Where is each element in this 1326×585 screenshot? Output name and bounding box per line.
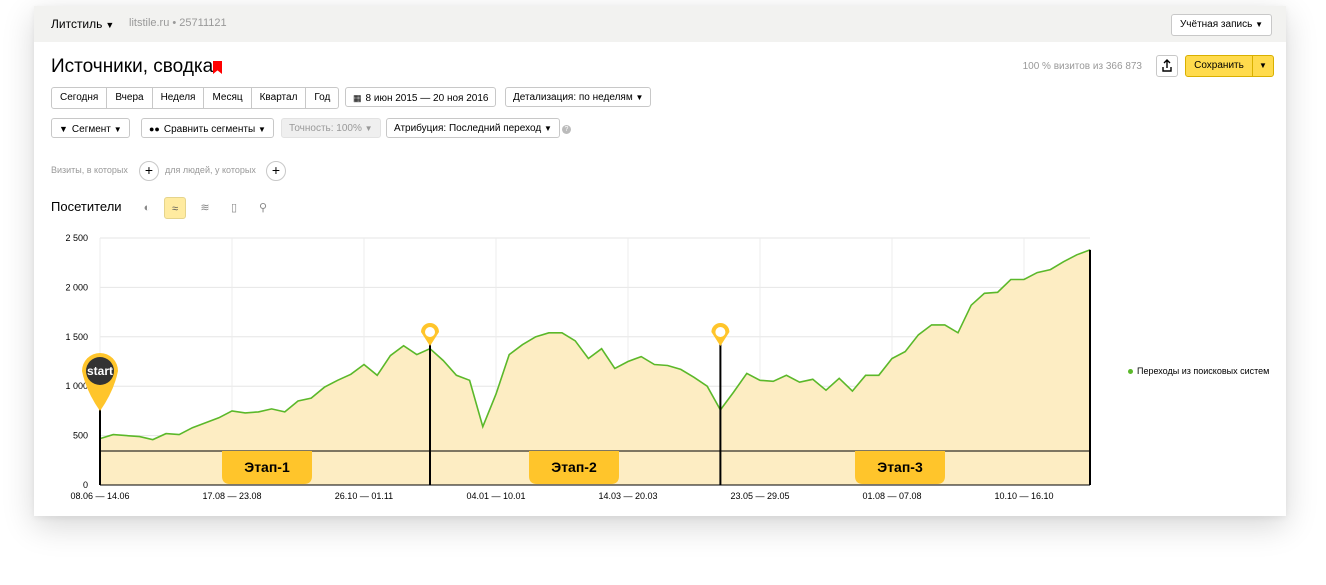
x-tick-label: 14.03 — 20.03 [598, 491, 657, 501]
y-tick-label: 2 500 [65, 233, 88, 243]
y-tick-label: 2 000 [65, 282, 88, 292]
x-tick-label: 26.10 — 01.11 [335, 491, 393, 501]
x-tick-label: 10.10 — 16.10 [994, 491, 1053, 501]
stage-badge-label: Этап-2 [551, 459, 597, 475]
stage-pin-hole [715, 327, 726, 337]
start-pin-label: start [87, 364, 113, 378]
series-area [100, 249, 1090, 485]
x-tick-label: 08.06 — 14.06 [70, 491, 129, 501]
y-tick-label: 0 [83, 480, 88, 490]
visitors-chart: 0 500 1 000 1 500 2 000 2 500 08.06 — 14.06 17.… [65, 233, 1091, 501]
x-tick-label: 04.01 — 10.01 [466, 491, 525, 501]
x-tick-label: 23.05 — 29.05 [730, 491, 789, 501]
y-tick-label: 500 [73, 431, 88, 441]
stage-badge-label: Этап-1 [244, 459, 290, 475]
stage-badge-label: Этап-3 [877, 459, 923, 475]
x-tick-label: 01.08 — 07.08 [862, 491, 921, 501]
y-tick-label: 1 000 [65, 381, 88, 391]
x-tick-label: 17.08 — 23.08 [202, 491, 261, 501]
stage-pin-hole [425, 327, 435, 337]
report-card: Литстиль ▼ litstile.ru • 25711121 Учётная… [34, 6, 1286, 516]
y-tick-label: 1 500 [65, 332, 88, 342]
